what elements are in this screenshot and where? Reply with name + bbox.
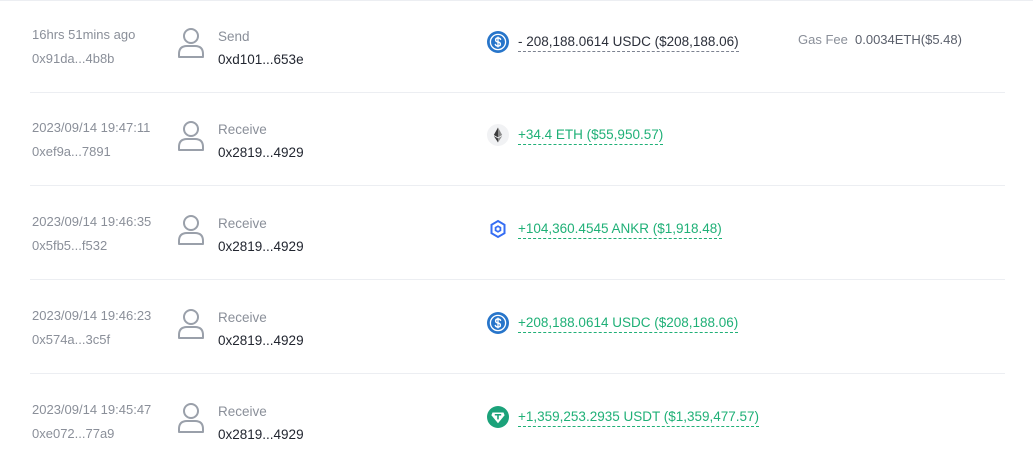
- tx-direction: Send: [218, 29, 250, 44]
- usdt-icon: [487, 406, 509, 428]
- tx-direction: Receive: [218, 216, 267, 231]
- counterparty-address-link[interactable]: 0x2819...4929: [218, 145, 304, 160]
- transaction-row: 2023/09/14 19:47:11 0xef9a...7891 Receiv…: [30, 93, 1005, 186]
- user-icon: [178, 215, 204, 245]
- eth-icon: [487, 124, 509, 146]
- user-icon: [178, 28, 204, 58]
- tx-time: 16hrs 51mins ago: [32, 27, 136, 42]
- gas-fee-label: Gas Fee: [798, 32, 848, 47]
- tx-time: 2023/09/14 19:46:35: [32, 214, 152, 229]
- tx-hash-link[interactable]: 0xef9a...7891: [32, 144, 111, 159]
- tx-hash-link[interactable]: 0xe072...77a9: [32, 426, 114, 441]
- gas-fee-value: 0.0034ETH($5.48): [855, 32, 962, 47]
- tx-direction: Receive: [218, 404, 267, 419]
- counterparty-address-link[interactable]: 0xd101...653e: [218, 52, 304, 67]
- tx-hash-link[interactable]: 0x574a...3c5f: [32, 332, 110, 347]
- tx-time: 2023/09/14 19:46:23: [32, 308, 152, 323]
- tx-amount[interactable]: +34.4 ETH ($55,950.57): [518, 127, 664, 145]
- user-icon: [178, 403, 204, 433]
- transaction-row: 16hrs 51mins ago 0x91da...4b8b Send 0xd1…: [30, 0, 1005, 93]
- transaction-row: 2023/09/14 19:46:23 0x574a...3c5f Receiv…: [30, 281, 1005, 374]
- usdc-icon: [487, 31, 509, 53]
- user-icon: [178, 121, 204, 151]
- transaction-row: 2023/09/14 19:45:47 0xe072...77a9 Receiv…: [30, 375, 1005, 467]
- tx-direction: Receive: [218, 122, 267, 137]
- tx-amount[interactable]: +208,188.0614 USDC ($208,188.06): [518, 315, 739, 333]
- tx-time: 2023/09/14 19:47:11: [32, 120, 151, 135]
- tx-amount[interactable]: +1,359,253.2935 USDT ($1,359,477.57): [518, 409, 760, 427]
- tx-direction: Receive: [218, 310, 267, 325]
- transaction-list: 16hrs 51mins ago 0x91da...4b8b Send 0xd1…: [0, 0, 1033, 474]
- tx-amount[interactable]: +104,360.4545 ANKR ($1,918.48): [518, 221, 722, 239]
- tx-amount[interactable]: - 208,188.0614 USDC ($208,188.06): [518, 34, 739, 52]
- tx-time: 2023/09/14 19:45:47: [32, 402, 152, 417]
- ankr-icon: [490, 219, 506, 239]
- transaction-row: 2023/09/14 19:46:35 0x5fb5...f532 Receiv…: [30, 187, 1005, 280]
- tx-hash-link[interactable]: 0x5fb5...f532: [32, 238, 107, 253]
- user-icon: [178, 309, 204, 339]
- tx-hash-link[interactable]: 0x91da...4b8b: [32, 51, 114, 66]
- usdc-icon: [487, 312, 509, 334]
- counterparty-address-link[interactable]: 0x2819...4929: [218, 427, 304, 442]
- counterparty-address-link[interactable]: 0x2819...4929: [218, 333, 304, 348]
- counterparty-address-link[interactable]: 0x2819...4929: [218, 239, 304, 254]
